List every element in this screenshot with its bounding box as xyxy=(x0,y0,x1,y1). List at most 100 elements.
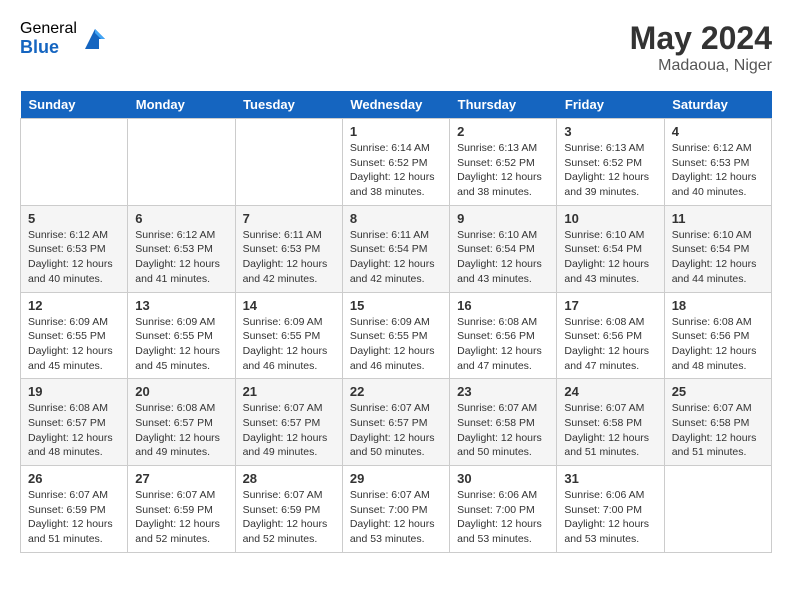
calendar-cell: 7 Sunrise: 6:11 AMSunset: 6:53 PMDaylight… xyxy=(235,205,342,292)
calendar-cell: 14 Sunrise: 6:09 AMSunset: 6:55 PMDayligh… xyxy=(235,292,342,379)
day-number: 14 xyxy=(243,298,335,313)
day-number: 18 xyxy=(672,298,764,313)
day-number: 11 xyxy=(672,211,764,226)
day-info: Sunrise: 6:07 AMSunset: 6:58 PMDaylight:… xyxy=(672,401,764,460)
location-title: Madaoua, Niger xyxy=(630,57,772,75)
day-info: Sunrise: 6:11 AMSunset: 6:53 PMDaylight:… xyxy=(243,228,335,287)
day-number: 28 xyxy=(243,471,335,486)
day-info: Sunrise: 6:08 AMSunset: 6:56 PMDaylight:… xyxy=(457,315,549,374)
calendar-cell: 5Sunrise: 6:12 AMSunset: 6:53 PMDaylight… xyxy=(21,205,128,292)
calendar-cell: 28 Sunrise: 6:07 AMSunset: 6:59 PMDayligh… xyxy=(235,466,342,553)
week-row-2: 5 Sunrise: 6:12 AMSunset: 6:53 PMDaylight… xyxy=(21,205,772,292)
calendar-cell: 3 Sunrise: 6:13 AMSunset: 6:52 PMDaylight… xyxy=(557,119,664,206)
calendar-cell: 23Sunrise: 6:07 AMSunset: 6:58 PMDayligh… xyxy=(450,379,557,466)
day-info: Sunrise: 6:13 AMSunset: 6:52 PMDaylight:… xyxy=(564,141,656,200)
days-of-week-header: SundayMondayTuesdayWednesdayThursdayFrid… xyxy=(21,91,772,119)
calendar-cell: 30 Sunrise: 6:06 AMSunset: 7:00 PMDayligh… xyxy=(450,466,557,553)
day-of-week-thursday: Thursday xyxy=(450,91,557,119)
logo-icon xyxy=(81,25,109,53)
day-number: 31 xyxy=(564,471,656,486)
logo: General Blue xyxy=(20,20,109,57)
day-number: 30 xyxy=(457,471,549,486)
day-number: 2 xyxy=(457,124,549,139)
week-row-3: 12Sunrise: 6:09 AMSunset: 6:55 PMDayligh… xyxy=(21,292,772,379)
day-number: 25 xyxy=(672,384,764,399)
calendar-cell: 21Sunrise: 6:07 AMSunset: 6:57 PMDayligh… xyxy=(235,379,342,466)
day-of-week-sunday: Sunday xyxy=(21,91,128,119)
day-info: Sunrise: 6:08 AMSunset: 6:57 PMDaylight:… xyxy=(135,401,227,460)
day-number: 17 xyxy=(564,298,656,313)
calendar-cell: 26 Sunrise: 6:07 AMSunset: 6:59 PMDayligh… xyxy=(21,466,128,553)
day-number: 20 xyxy=(135,384,227,399)
day-of-week-saturday: Saturday xyxy=(664,91,771,119)
calendar-cell: 9 Sunrise: 6:10 AMSunset: 6:54 PMDaylight… xyxy=(450,205,557,292)
calendar-cell: 11 Sunrise: 6:10 AMSunset: 6:54 PMDayligh… xyxy=(664,205,771,292)
day-info: Sunrise: 6:12 AMSunset: 6:53 PMDaylight:… xyxy=(135,228,227,287)
day-info: Sunrise: 6:07 AMSunset: 7:00 PMDaylight:… xyxy=(350,488,442,547)
day-info: Sunrise: 6:09 AMSunset: 6:55 PMDaylight:… xyxy=(243,315,335,374)
calendar-table: SundayMondayTuesdayWednesdayThursdayFrid… xyxy=(20,91,772,553)
day-number: 16 xyxy=(457,298,549,313)
calendar-cell: 2 Sunrise: 6:13 AMSunset: 6:52 PMDaylight… xyxy=(450,119,557,206)
calendar-cell: 13Sunrise: 6:09 AMSunset: 6:55 PMDayligh… xyxy=(128,292,235,379)
calendar-cell xyxy=(128,119,235,206)
day-number: 5 xyxy=(28,211,120,226)
day-info: Sunrise: 6:10 AMSunset: 6:54 PMDaylight:… xyxy=(564,228,656,287)
day-number: 26 xyxy=(28,471,120,486)
calendar-body: 1 Sunrise: 6:14 AMSunset: 6:52 PMDaylight… xyxy=(21,119,772,553)
day-number: 3 xyxy=(564,124,656,139)
calendar-cell: 29Sunrise: 6:07 AMSunset: 7:00 PMDayligh… xyxy=(342,466,449,553)
day-info: Sunrise: 6:10 AMSunset: 6:54 PMDaylight:… xyxy=(457,228,549,287)
day-number: 24 xyxy=(564,384,656,399)
day-info: Sunrise: 6:07 AMSunset: 6:57 PMDaylight:… xyxy=(350,401,442,460)
calendar-cell: 8Sunrise: 6:11 AMSunset: 6:54 PMDaylight… xyxy=(342,205,449,292)
day-info: Sunrise: 6:07 AMSunset: 6:59 PMDaylight:… xyxy=(28,488,120,547)
day-number: 15 xyxy=(350,298,442,313)
day-info: Sunrise: 6:07 AMSunset: 6:59 PMDaylight:… xyxy=(243,488,335,547)
day-info: Sunrise: 6:10 AMSunset: 6:54 PMDaylight:… xyxy=(672,228,764,287)
calendar-cell: 12Sunrise: 6:09 AMSunset: 6:55 PMDayligh… xyxy=(21,292,128,379)
day-info: Sunrise: 6:08 AMSunset: 6:56 PMDaylight:… xyxy=(564,315,656,374)
day-number: 1 xyxy=(350,124,442,139)
calendar-cell: 18 Sunrise: 6:08 AMSunset: 6:56 PMDayligh… xyxy=(664,292,771,379)
day-info: Sunrise: 6:09 AMSunset: 6:55 PMDaylight:… xyxy=(350,315,442,374)
day-info: Sunrise: 6:14 AMSunset: 6:52 PMDaylight:… xyxy=(350,141,442,200)
calendar-cell xyxy=(235,119,342,206)
day-number: 7 xyxy=(243,211,335,226)
day-of-week-tuesday: Tuesday xyxy=(235,91,342,119)
calendar-cell xyxy=(664,466,771,553)
calendar-cell: 31Sunrise: 6:06 AMSunset: 7:00 PMDayligh… xyxy=(557,466,664,553)
day-number: 22 xyxy=(350,384,442,399)
day-number: 6 xyxy=(135,211,227,226)
week-row-1: 1 Sunrise: 6:14 AMSunset: 6:52 PMDaylight… xyxy=(21,119,772,206)
calendar-cell: 17 Sunrise: 6:08 AMSunset: 6:56 PMDayligh… xyxy=(557,292,664,379)
day-number: 19 xyxy=(28,384,120,399)
logo-text: General Blue xyxy=(20,20,77,57)
calendar-cell: 1 Sunrise: 6:14 AMSunset: 6:52 PMDaylight… xyxy=(342,119,449,206)
calendar-cell xyxy=(21,119,128,206)
calendar-cell: 15 Sunrise: 6:09 AMSunset: 6:55 PMDayligh… xyxy=(342,292,449,379)
day-of-week-friday: Friday xyxy=(557,91,664,119)
month-year-title: May 2024 xyxy=(630,20,772,57)
day-number: 4 xyxy=(672,124,764,139)
day-number: 27 xyxy=(135,471,227,486)
day-info: Sunrise: 6:13 AMSunset: 6:52 PMDaylight:… xyxy=(457,141,549,200)
calendar-cell: 20 Sunrise: 6:08 AMSunset: 6:57 PMDayligh… xyxy=(128,379,235,466)
calendar-cell: 6 Sunrise: 6:12 AMSunset: 6:53 PMDaylight… xyxy=(128,205,235,292)
day-info: Sunrise: 6:06 AMSunset: 7:00 PMDaylight:… xyxy=(457,488,549,547)
day-info: Sunrise: 6:09 AMSunset: 6:55 PMDaylight:… xyxy=(28,315,120,374)
day-info: Sunrise: 6:07 AMSunset: 6:58 PMDaylight:… xyxy=(564,401,656,460)
day-info: Sunrise: 6:09 AMSunset: 6:55 PMDaylight:… xyxy=(135,315,227,374)
day-number: 21 xyxy=(243,384,335,399)
week-row-5: 26 Sunrise: 6:07 AMSunset: 6:59 PMDayligh… xyxy=(21,466,772,553)
logo-blue: Blue xyxy=(20,38,77,58)
day-of-week-wednesday: Wednesday xyxy=(342,91,449,119)
calendar-cell: 16 Sunrise: 6:08 AMSunset: 6:56 PMDayligh… xyxy=(450,292,557,379)
calendar-cell: 25 Sunrise: 6:07 AMSunset: 6:58 PMDayligh… xyxy=(664,379,771,466)
day-info: Sunrise: 6:08 AMSunset: 6:57 PMDaylight:… xyxy=(28,401,120,460)
day-info: Sunrise: 6:08 AMSunset: 6:56 PMDaylight:… xyxy=(672,315,764,374)
title-block: May 2024 Madaoua, Niger xyxy=(630,20,772,75)
day-info: Sunrise: 6:11 AMSunset: 6:54 PMDaylight:… xyxy=(350,228,442,287)
day-number: 9 xyxy=(457,211,549,226)
day-info: Sunrise: 6:07 AMSunset: 6:59 PMDaylight:… xyxy=(135,488,227,547)
